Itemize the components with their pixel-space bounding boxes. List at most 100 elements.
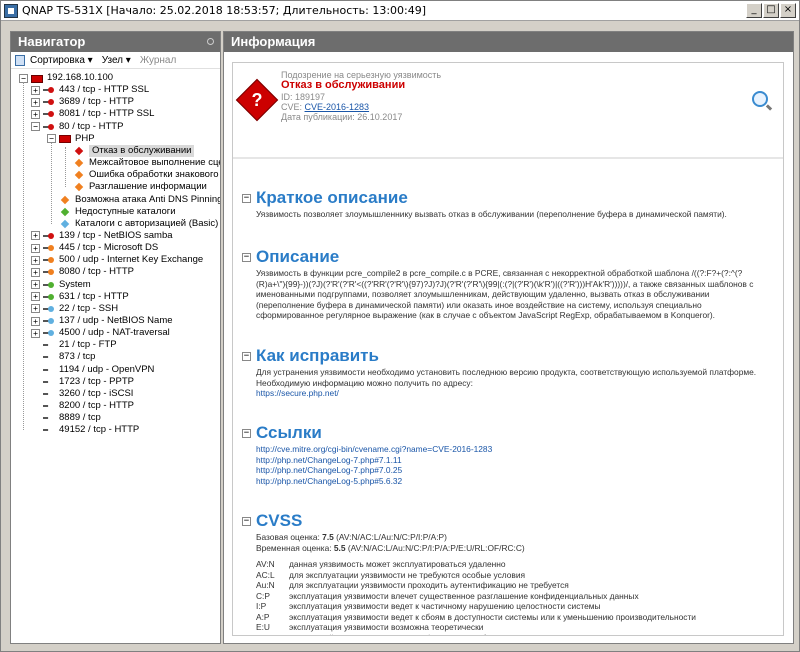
tree-node[interactable]: +443 / tcp - HTTP SSL [31,84,149,96]
fix-text-1: Для устранения уязвимости необходимо уст… [256,367,757,377]
navigator-title: Навигатор [18,34,86,49]
tree-node-label: Разглашение информации [89,181,207,193]
expand-toggle[interactable]: + [31,231,40,241]
ref-link[interactable]: http://php.net/ChangeLog-5.php#5.6.32 [242,476,772,487]
expand-toggle[interactable]: + [31,292,40,302]
minimize-button[interactable]: _ [746,3,762,18]
tree-node[interactable]: Разглашение информации [61,181,207,193]
tree-node[interactable]: +4500 / udp - NAT-traversal [31,327,170,339]
port-icon [43,97,55,107]
tree-node[interactable]: +8080 / tcp - HTTP [31,266,134,278]
zoom-icon[interactable] [752,91,768,107]
tree-node[interactable]: Ошибка обработки знакового разр [61,169,220,181]
cvss-metric-desc: для эксплуатации уязвимости не требуются… [289,569,526,580]
expand-toggle[interactable]: + [31,267,40,277]
tree-node[interactable]: Каталоги с авторизацией (Basic) [47,218,218,230]
severity-icon [59,219,71,229]
collapse-summary-toggle[interactable]: − [242,193,251,203]
expand-toggle[interactable]: + [31,109,40,119]
tree-node[interactable]: Отказ в обслуживании [61,144,195,157]
expand-toggle[interactable]: + [31,304,40,314]
cvss-metric-key: C:P [256,590,270,601]
cvss-row: A:P эксплуатация уязвимости ведет к сбоям… [256,612,772,623]
expand-toggle[interactable]: + [31,316,40,326]
port-icon [43,292,55,302]
port-icon [43,280,55,290]
tree-node[interactable]: − PHP [47,133,95,145]
tree-node-label: 3260 / tcp - iSCSI [59,387,134,399]
tree-node[interactable]: +8081 / tcp - HTTP SSL [31,108,154,120]
sort-menu[interactable]: Сортировка ▾ [30,55,93,66]
tree-node[interactable]: 3260 / tcp - iSCSI [31,388,133,400]
cvss-metric-desc: эксплуатация уязвимости влечет существен… [289,590,639,601]
host-tree[interactable]: −192.168.10.100 +443 / tcp - HTTP SSL +368… [11,69,220,639]
tree-node[interactable]: +139 / tcp - NetBIOS samba [31,230,173,242]
tree-node[interactable]: +500 / udp - Internet Key Exchange [31,254,203,266]
section-summary: − Краткое описание Уязвимость позволяет з… [242,187,772,220]
tree-node[interactable]: 1723 / tcp - PPTP [31,376,134,388]
tree-node[interactable]: Недоступные каталоги [47,206,176,218]
cvss-base-value: 7.5 [322,532,334,542]
node-menu[interactable]: Узел ▾ [102,55,131,66]
expand-toggle[interactable]: + [31,97,40,107]
tree-node[interactable]: +137 / udp - NetBIOS Name [31,315,173,327]
tree-connector [65,146,66,188]
port-icon [43,328,55,338]
tree-node[interactable]: +3689 / tcp - HTTP [31,96,134,108]
vuln-cve-link[interactable]: CVE-2016-1283 [305,102,370,112]
expand-toggle[interactable]: + [31,243,40,253]
tree-node[interactable]: +445 / tcp - Microsoft DS [31,242,158,254]
tree-node-label: System [59,278,91,290]
tree-node[interactable]: +22 / tcp - SSH [31,303,118,315]
expand-toggle[interactable]: − [31,122,40,132]
expand-toggle[interactable]: + [31,255,40,265]
tree-node[interactable]: 873 / tcp [31,351,95,363]
ref-link[interactable]: http://php.net/ChangeLog-7.php#7.0.25 [242,465,772,476]
tree-node[interactable]: 21 / tcp - FTP [31,339,117,351]
tree-node[interactable]: 1194 / udp - OpenVPN [31,364,154,376]
tree-node[interactable]: 8200 / tcp - HTTP [31,400,134,412]
cvss-metric-key: RL:OF [256,633,289,636]
tree-node[interactable]: Возможна атака Anti DNS Pinning [47,194,220,206]
pin-icon[interactable] [207,38,214,45]
expand-toggle[interactable]: + [31,280,40,290]
expand-toggle[interactable]: + [31,328,40,338]
tree-node-label: 139 / tcp - NetBIOS samba [59,229,173,241]
info-panel: Информация ? Подозрение на серьезную уяз… [223,31,794,644]
section-fix-title: Как исправить [256,346,379,365]
tree-node-label: 445 / tcp - Microsoft DS [59,242,159,254]
collapse-cvss-toggle[interactable]: − [242,516,251,526]
tree-node[interactable]: +631 / tcp - HTTP [31,291,129,303]
ref-link[interactable]: http://cve.mitre.org/cgi-bin/cvename.cgi… [242,444,772,455]
severity-icon [73,170,85,180]
collapse-fix-toggle[interactable]: − [242,351,251,361]
vuln-header: ? Подозрение на серьезную уязвимость Отк… [233,63,783,159]
collapse-description-toggle[interactable]: − [242,252,251,262]
cvss-metric-key: Au:N [256,580,275,590]
maximize-button[interactable]: □ [763,3,779,18]
tree-node[interactable]: −192.168.10.100 [19,72,113,84]
expand-toggle[interactable]: + [31,85,40,95]
log-menu[interactable]: Журнал [140,55,177,66]
section-cvss: − CVSS Базовая оценка: 7.5 (AV:N/AC:L/Au:… [242,510,772,636]
tree-connector [23,82,24,431]
tree-node-label: Ошибка обработки знакового разр [89,169,220,181]
tree-node[interactable]: 49152 / tcp - HTTP [31,424,139,436]
tree-node[interactable]: − 80 / tcp - HTTP [31,121,123,133]
severity-icon [59,195,71,205]
tree-node-label: 631 / tcp - HTTP [59,290,129,302]
close-button[interactable]: × [780,3,796,18]
tree-node[interactable]: + System [31,279,91,291]
fix-link[interactable]: https://secure.php.net/ [242,388,772,399]
tree-node[interactable]: Межсайтовое выполнение сценари [61,157,220,169]
title-bar[interactable]: QNAP TS-531X [Начало: 25.02.2018 18:53:5… [1,1,799,21]
tree-node-label: Отказ в обслуживании [89,144,195,157]
collapse-links-toggle[interactable]: − [242,428,251,438]
tree-node[interactable]: 8889 / tcp [31,412,101,424]
port-icon [43,243,55,253]
section-description-title: Описание [256,247,340,266]
tree-node-label: 22 / tcp - SSH [59,302,119,314]
ref-link[interactable]: http://php.net/ChangeLog-7.php#7.1.11 [242,455,772,466]
description-text: Уязвимость в функции pcre_compile2 в pcr… [256,268,754,320]
severity-icon [73,182,85,192]
